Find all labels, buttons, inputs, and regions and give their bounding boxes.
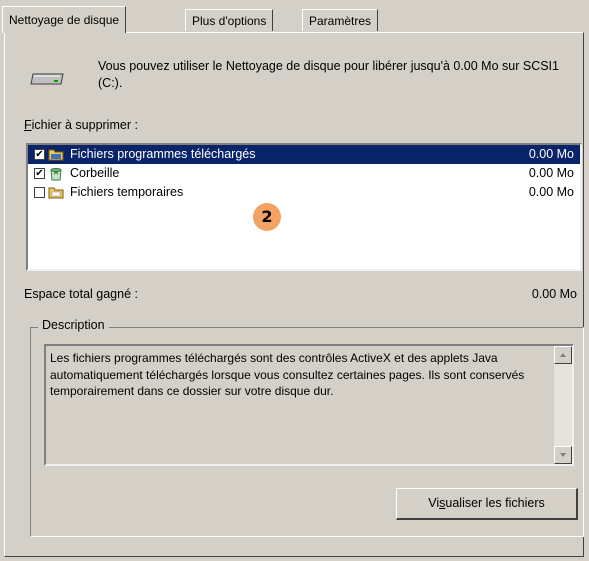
checkbox-checked[interactable]: ✔ [34,149,45,160]
list-item[interactable]: Fichiers temporaires 0.00 Mo [28,183,580,202]
arrow-down-icon [560,453,566,457]
file-size: 0.00 Mo [528,147,574,161]
files-list[interactable]: ✔ Fichiers programmes téléchargés 0.00 M… [26,143,582,271]
view-button-text-start: Vi [428,496,440,510]
file-name: Fichiers temporaires [70,185,184,199]
description-text: Les fichiers programmes téléchargés sont… [50,351,525,398]
view-button-text-end: ualiser les fichiers [445,496,545,510]
files-label-text: ichier à supprimer : [31,118,138,132]
files-to-delete-label: Fichier à supprimer : [24,118,138,132]
description-box: Les fichiers programmes téléchargés sont… [44,344,574,466]
scroll-down-button[interactable] [554,446,572,464]
step-number-badge: 2 [253,203,281,231]
space-gained-value: 0.00 Mo [531,287,577,301]
description-title: Description [38,318,109,332]
tab-disk-cleanup[interactable]: Nettoyage de disque [2,6,127,33]
list-item[interactable]: ✔ Corbeille 0.00 Mo [28,164,580,183]
file-name: Corbeille [70,166,120,180]
hard-drive-icon [30,73,64,85]
file-name: Fichiers programmes téléchargés [70,147,256,161]
scroll-up-button[interactable] [554,346,572,364]
disk-cleanup-dialog: Nettoyage de disque Plus d'options Param… [0,0,589,561]
intro-text: Vous pouvez utiliser le Nettoyage de dis… [98,59,559,90]
tab-strip: Nettoyage de disque Plus d'options Param… [0,6,589,33]
description-scrollbar[interactable] [554,346,572,464]
arrow-up-icon [560,353,566,357]
file-size: 0.00 Mo [528,185,574,199]
tab-more-options[interactable]: Plus d'options [185,9,274,31]
checkbox-checked[interactable]: ✔ [34,168,45,179]
tab-settings[interactable]: Paramètres [302,9,379,31]
file-size: 0.00 Mo [528,166,574,180]
view-files-button[interactable]: Visualiser les fichiers [396,488,578,520]
recycle-bin-icon [50,168,62,181]
folder-icon [48,149,64,161]
space-gained-label: Espace total gagné : [24,287,138,301]
checkbox-unchecked[interactable] [34,187,45,198]
folder-icon [48,187,64,199]
list-item[interactable]: ✔ Fichiers programmes téléchargés 0.00 M… [28,145,580,164]
files-label-mnemonic: F [24,118,32,132]
